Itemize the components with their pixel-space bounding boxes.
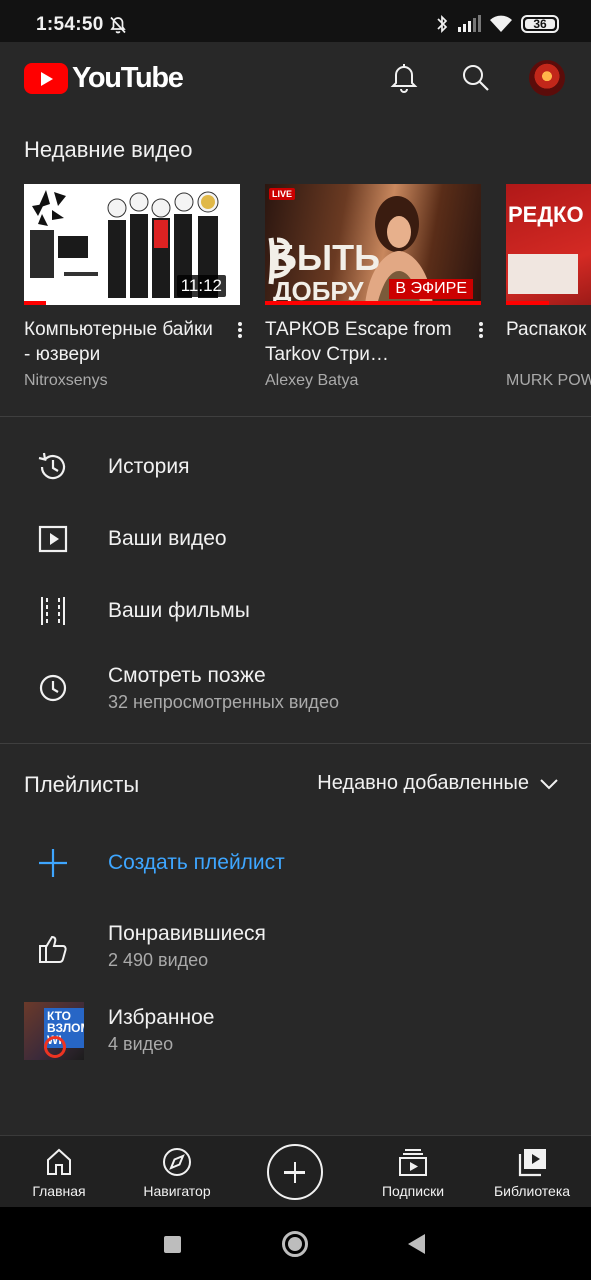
menu-history[interactable]: История [0, 431, 591, 503]
divider [0, 416, 591, 417]
search-icon[interactable] [460, 62, 492, 94]
status-icons: 36 [435, 14, 559, 34]
bottom-navigation: Главная Навигатор Подписки Библиотека [0, 1135, 591, 1207]
youtube-play-icon [24, 63, 68, 94]
menu-label: Ваши фильмы [108, 599, 250, 622]
video-card[interactable]: 11:12 Компьютерные байки - юзвери Nitrox… [24, 184, 242, 390]
nav-label: Навигатор [143, 1183, 211, 1199]
wifi-blocked-icon [44, 1036, 66, 1058]
back-icon[interactable] [408, 1234, 425, 1254]
menu-label: Смотреть позже [108, 664, 266, 687]
watch-progress-bar [24, 301, 46, 305]
notifications-muted-icon [110, 16, 126, 34]
playlist-favorites[interactable]: Избранное 4 видео [0, 994, 591, 1074]
video-card[interactable]: БЫТЬ ДОБРУ LIVE В ЭФИРЕ ТАРКОВ Escape fr… [265, 184, 483, 390]
nav-label: Подписки [381, 1183, 445, 1199]
playlist-sort-dropdown[interactable]: Недавно добавленные [317, 772, 559, 795]
create-button[interactable] [267, 1144, 323, 1200]
recent-videos-title: Недавние видео [24, 137, 193, 162]
nav-explore[interactable]: Навигатор [136, 1136, 218, 1208]
app-header: YouTube [0, 42, 591, 116]
chevron-down-icon [540, 778, 558, 789]
battery-indicator: 36 [521, 15, 559, 33]
status-bar: 1:54:50 36 [0, 0, 591, 42]
menu-label: История [108, 455, 190, 478]
more-options-icon[interactable] [232, 320, 248, 344]
home-button-icon[interactable] [282, 1231, 308, 1257]
nav-subscriptions[interactable]: Подписки [372, 1136, 454, 1208]
playlist-thumbnail[interactable]: КТО ВЗЛОМ WI [24, 1002, 84, 1060]
play-box-icon [38, 525, 68, 553]
wifi-icon [490, 15, 512, 32]
svg-text:БЫТЬ: БЫТЬ [271, 237, 380, 278]
nav-library[interactable]: Библиотека [486, 1136, 578, 1208]
signal-icon [458, 15, 481, 32]
live-now-label: В ЭФИРЕ [389, 279, 473, 299]
menu-your-movies[interactable]: Ваши фильмы [0, 575, 591, 647]
playlist-liked-videos[interactable]: Понравившиеся 2 490 видео [0, 910, 591, 990]
history-icon [38, 452, 66, 480]
live-badge: LIVE [269, 188, 296, 200]
nav-label: Главная [32, 1183, 86, 1199]
create-playlist-label: Создать плейлист [108, 851, 285, 874]
playlist-name: Понравившиеся [108, 922, 266, 945]
youtube-logo[interactable]: YouTube [24, 62, 184, 95]
video-card[interactable]: РЕДКО Распакок посылок MURK POW [506, 184, 591, 390]
sort-label: Недавно добавленные [317, 772, 529, 794]
more-options-icon[interactable] [473, 320, 489, 344]
playlist-count: 2 490 видео [108, 950, 209, 970]
watch-progress-bar [506, 301, 550, 305]
watch-progress-bar [265, 301, 481, 305]
bell-icon[interactable] [388, 62, 420, 94]
video-title[interactable]: Компьютерные байки - юзвери [24, 317, 218, 367]
video-channel[interactable]: Alexey Batya [265, 372, 481, 390]
menu-watch-later[interactable]: Смотреть позже 32 непросмотренных видео [0, 652, 591, 736]
nav-home[interactable]: Главная [24, 1136, 94, 1208]
thumbs-up-icon [39, 935, 67, 963]
playlists-title: Плейлисты [24, 772, 140, 797]
video-channel[interactable]: MURK POW [506, 372, 591, 390]
menu-your-videos[interactable]: Ваши видео [0, 503, 591, 575]
recent-apps-icon[interactable] [164, 1236, 181, 1253]
playlist-name: Избранное [108, 1006, 215, 1029]
create-playlist-button[interactable]: Создать плейлист [0, 827, 591, 899]
playlist-count: 4 видео [108, 1034, 174, 1054]
clock-icon [39, 674, 67, 702]
video-channel[interactable]: Nitroxsenys [24, 372, 240, 390]
status-time: 1:54:50 [36, 14, 104, 35]
home-icon [47, 1148, 71, 1175]
nav-label: Библиотека [493, 1183, 571, 1199]
divider [0, 743, 591, 744]
compass-icon [163, 1148, 191, 1176]
system-navigation-bar [0, 1207, 591, 1280]
library-icon [518, 1149, 546, 1177]
video-thumbnail[interactable]: 11:12 [24, 184, 240, 305]
subscriptions-icon [399, 1149, 427, 1176]
bluetooth-icon [437, 14, 448, 34]
plus-icon [39, 849, 67, 877]
film-strip-icon [41, 597, 65, 625]
menu-label: Ваши видео [108, 527, 227, 550]
thumbnail-illustration [508, 254, 578, 294]
menu-sublabel: 32 непросмотренных видео [108, 692, 339, 712]
avatar[interactable] [529, 60, 565, 96]
recent-videos-carousel[interactable]: 11:12 Компьютерные байки - юзвери Nitrox… [0, 184, 591, 394]
video-thumbnail[interactable]: РЕДКО [506, 184, 591, 305]
video-title[interactable]: Распакок посылок [506, 317, 591, 367]
video-title[interactable]: ТАРКОВ Escape from Tarkov Стри… [265, 317, 459, 367]
logo-text: YouTube [72, 62, 184, 94]
video-duration: 11:12 [176, 275, 226, 297]
video-thumbnail[interactable]: БЫТЬ ДОБРУ LIVE В ЭФИРЕ [265, 184, 481, 305]
